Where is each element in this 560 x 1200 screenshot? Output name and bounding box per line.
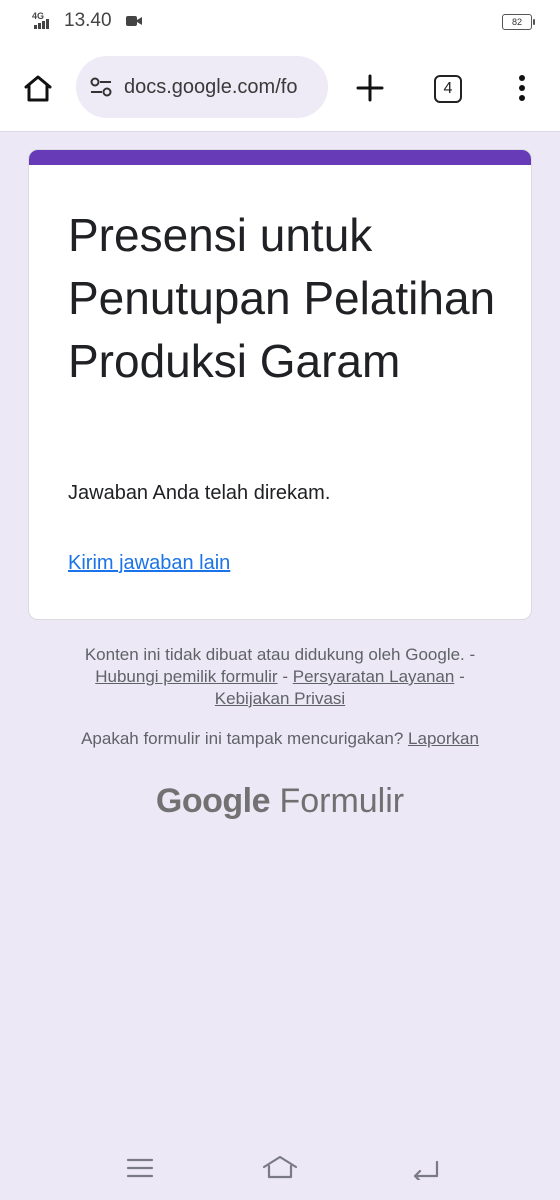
tab-switcher-button[interactable]: 4 (434, 75, 462, 103)
form-confirmation-card: Presensi untuk Penutupan Pelatihan Produ… (28, 149, 532, 620)
system-nav-bar (0, 1140, 560, 1200)
separator: - (459, 667, 465, 686)
browser-toolbar: docs.google.com/fo 4 (0, 44, 560, 132)
plus-icon[interactable] (350, 68, 390, 108)
report-question: Apakah formulir ini tampak mencurigakan? (81, 729, 404, 748)
back-icon[interactable] (406, 1152, 446, 1184)
menu-lines-icon[interactable] (120, 1152, 160, 1184)
form-title: Presensi untuk Penutupan Pelatihan Produ… (68, 209, 496, 387)
report-line: Apakah formulir ini tampak mencurigakan?… (30, 729, 530, 749)
address-bar[interactable]: docs.google.com/fo (76, 56, 328, 118)
battery-icon: 82 (502, 14, 535, 30)
home-icon[interactable] (18, 68, 58, 108)
signal-icon: 4G (32, 11, 58, 31)
disclaimer-text: Konten ini tidak dibuat atau didukung ol… (84, 645, 476, 664)
brand-google: Google (155, 782, 271, 820)
brand-product: Formulir (279, 782, 405, 820)
contact-owner-link[interactable]: Hubungi pemilik formulir (95, 667, 277, 686)
home-outline-icon[interactable] (260, 1152, 300, 1184)
tune-icon[interactable] (88, 74, 114, 100)
privacy-link[interactable]: Kebijakan Privasi (215, 689, 345, 708)
form-footer: Konten ini tidak dibuat atau didukung ol… (30, 644, 530, 710)
battery-level: 82 (511, 17, 522, 27)
video-camera-icon (125, 15, 142, 27)
report-link[interactable]: Laporkan (408, 729, 479, 748)
status-left: 4G 13.40 (32, 10, 142, 32)
tab-count: 4 (443, 80, 453, 97)
confirmation-message: Jawaban Anda telah direkam. (68, 482, 331, 504)
google-forms-logo[interactable]: Google Formulir (0, 782, 560, 821)
separator: - (282, 667, 288, 686)
url-text: docs.google.com/fo (124, 75, 298, 98)
submit-another-response-link[interactable]: Kirim jawaban lain (68, 552, 230, 575)
status-bar: 4G 13.40 82 (0, 0, 560, 44)
card-accent-bar (29, 150, 531, 165)
terms-link[interactable]: Persyaratan Layanan (293, 667, 455, 686)
more-vert-icon[interactable] (508, 68, 536, 108)
clock: 13.40 (64, 10, 112, 31)
